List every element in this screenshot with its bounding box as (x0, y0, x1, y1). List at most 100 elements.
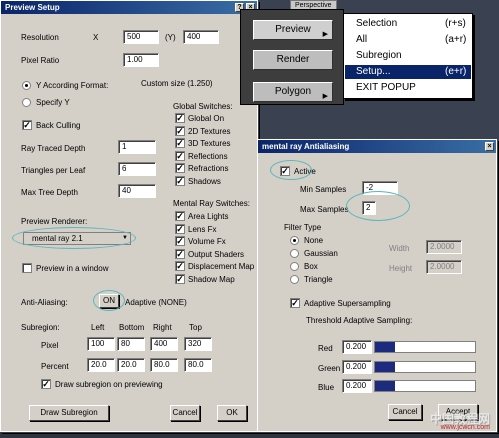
global-switch-label: Refractions (188, 164, 229, 173)
max-tree-depth-field[interactable]: 40 (118, 184, 156, 198)
popup-item-label: Setup... (356, 66, 391, 77)
y-label: (Y) (165, 33, 176, 42)
back-culling-checkbox[interactable] (22, 120, 32, 130)
resolution-label: Resolution (21, 33, 59, 42)
submenu-arrow-icon: ▶ (322, 31, 328, 38)
blue-slider[interactable] (374, 380, 476, 392)
filter-box-label: Box (304, 262, 318, 271)
popup-item-label: EXIT POPUP (356, 82, 416, 93)
max-tree-depth-label: Max Tree Depth (21, 188, 78, 197)
percent-right-field[interactable]: 80.0 (150, 358, 178, 372)
preview-setup-dialog: Preview Setup ? × Resolution X 500 (Y) 4… (0, 0, 258, 432)
mr-switch-label: Output Shaders (188, 249, 245, 259)
mr-cancel-button[interactable]: Cancel (388, 404, 422, 420)
percent-bottom-field[interactable]: 20.0 (117, 358, 145, 372)
preview-in-window-checkbox[interactable] (22, 263, 32, 273)
preview-menu-button[interactable]: Preview ▶ (253, 20, 333, 40)
global-switch-checkbox[interactable] (175, 125, 185, 136)
mr-switch-label: Shadow Map (188, 274, 235, 284)
global-switch-checkbox[interactable] (175, 113, 185, 123)
popup-item-selection[interactable]: Selection (r+s) (345, 17, 471, 31)
triangles-per-leaf-label: Triangles per Leaf (21, 166, 86, 175)
global-switch-checkbox[interactable] (175, 175, 185, 186)
blue-label: Blue (318, 383, 335, 392)
preview-cancel-button[interactable]: Cancel (170, 405, 200, 421)
polygon-menu-button[interactable]: Polygon ▶ (253, 82, 333, 102)
mr-switch-checkbox[interactable] (175, 223, 185, 234)
specify-y-label: Specify Y (36, 98, 70, 107)
red-field[interactable]: 0.200 (342, 340, 372, 354)
pixel-bottom-field[interactable]: 80 (117, 337, 145, 351)
green-slider-fill (375, 362, 395, 372)
min-samples-label: Min Samples (300, 185, 347, 194)
popup-item-setup[interactable]: Setup... (e+r) (345, 65, 471, 79)
percent-row-label: Percent (41, 362, 69, 371)
col-top-label: Top (189, 323, 202, 332)
ray-traced-depth-label: Ray Traced Depth (21, 144, 86, 153)
popup-item-all[interactable]: All (a+r) (345, 33, 471, 47)
width-field[interactable]: 2.0000 (426, 240, 462, 254)
pixel-ratio-field[interactable]: 1.00 (123, 53, 159, 67)
global-switch-checkbox[interactable] (175, 150, 185, 161)
mental-ray-titlebar[interactable]: mental ray Antialiasing × (258, 140, 496, 153)
pixel-left-field[interactable]: 100 (87, 337, 115, 351)
red-slider[interactable] (374, 341, 476, 353)
draw-on-preview-label: Draw subregion on previewing (55, 380, 163, 389)
global-switches-label: Global Switches: (173, 102, 233, 111)
preview-setup-titlebar[interactable]: Preview Setup ? × (1, 1, 257, 14)
resolution-x-field[interactable]: 500 (123, 30, 159, 44)
ray-traced-depth-field[interactable]: 1 (118, 140, 156, 154)
samples-highlight-ellipse (346, 191, 410, 221)
mr-switch-label: Volume Fx (188, 237, 226, 246)
red-label: Red (318, 344, 333, 353)
filter-box-radio[interactable] (290, 262, 299, 271)
pixel-top-field[interactable]: 320 (184, 337, 212, 351)
adaptive-supersampling-checkbox[interactable] (290, 298, 300, 308)
mr-switch-label: Displacement Map (188, 262, 255, 271)
resolution-y-field[interactable]: 400 (183, 30, 219, 44)
preview-renderer-label: Preview Renderer: (21, 217, 88, 226)
mr-switch-checkbox[interactable] (175, 273, 185, 284)
pixel-ratio-label: Pixel Ratio (21, 56, 60, 65)
mr-switch-checkbox[interactable] (175, 248, 185, 259)
global-switch-label: 2D Textures (188, 126, 231, 136)
global-switch-checkbox[interactable] (175, 163, 185, 173)
mr-switch-checkbox[interactable] (175, 261, 185, 271)
mr-switch-label: Lens Fx (188, 224, 217, 234)
popup-item-shortcut: (a+r) (445, 34, 467, 45)
percent-top-field[interactable]: 80.0 (184, 358, 212, 372)
col-left-label: Left (91, 323, 105, 332)
filter-triangle-label: Triangle (304, 275, 333, 284)
render-menu-button[interactable]: Render (253, 50, 333, 70)
mr-switch-checkbox[interactable] (175, 236, 185, 246)
draw-on-preview-checkbox[interactable] (41, 379, 51, 389)
popup-item-label: Selection (356, 18, 398, 29)
specify-y-radio[interactable] (22, 98, 31, 107)
blue-field[interactable]: 0.200 (342, 379, 372, 393)
green-label: Green (318, 364, 341, 373)
global-switch-checkbox[interactable] (175, 138, 185, 148)
dialog-title: Preview Setup (5, 3, 60, 12)
mr-switch-checkbox[interactable] (175, 211, 185, 221)
col-bottom-label: Bottom (119, 323, 145, 332)
y-according-radio[interactable] (22, 81, 31, 90)
percent-left-field[interactable]: 20.0 (87, 358, 115, 372)
adaptive-supersampling-label: Adaptive Supersampling (304, 299, 391, 308)
threshold-label: Threshold Adaptive Sampling: (306, 316, 413, 325)
triangles-per-leaf-field[interactable]: 6 (118, 162, 156, 176)
global-switch-label: 3D Textures (188, 139, 231, 148)
watermark-url: www.jcwcn.com (440, 424, 490, 431)
preview-ok-button[interactable]: OK (217, 405, 247, 421)
filter-none-radio[interactable] (290, 236, 299, 245)
draw-subregion-button[interactable]: Draw Subregion (29, 405, 109, 421)
anti-aliasing-highlight-ellipse (93, 290, 125, 311)
height-field[interactable]: 2.0000 (426, 260, 462, 274)
pixel-right-field[interactable]: 400 (150, 337, 178, 351)
popup-item-exit[interactable]: EXIT POPUP (345, 81, 471, 95)
filter-gaussian-radio[interactable] (290, 249, 299, 258)
green-slider[interactable] (374, 361, 476, 373)
filter-triangle-radio[interactable] (290, 275, 299, 284)
green-field[interactable]: 0.200 (342, 360, 372, 374)
popup-item-subregion[interactable]: Subregion (345, 49, 471, 63)
close-icon[interactable]: × (485, 142, 494, 151)
